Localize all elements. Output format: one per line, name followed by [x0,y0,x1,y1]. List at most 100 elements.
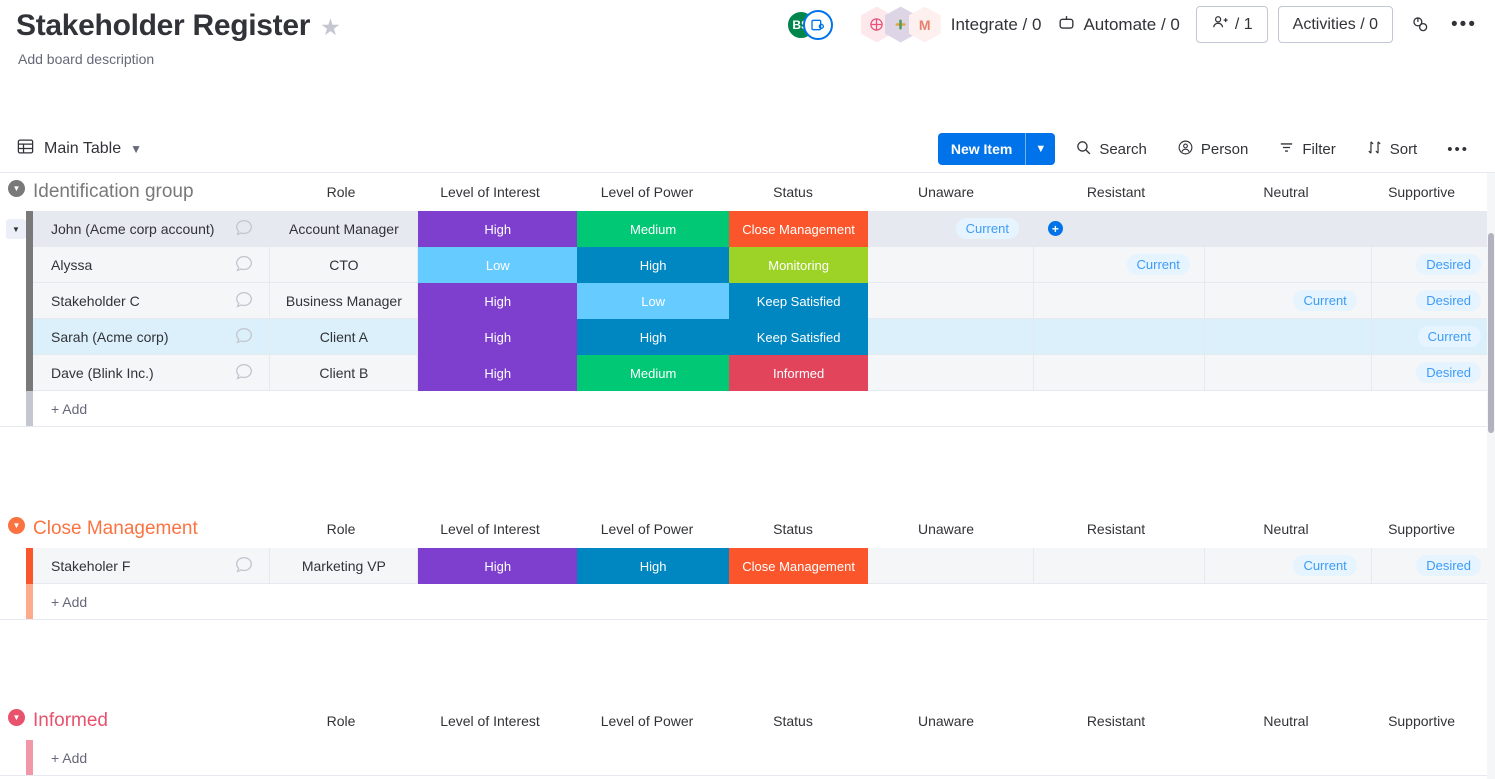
cell-item-name[interactable]: Alyssa [33,247,271,283]
board-subscribers-icon[interactable] [802,9,833,40]
row-expand-icon[interactable]: ▼ [6,219,26,239]
column-header-supportive[interactable]: Supportive [1265,510,1465,548]
cell-item-name[interactable]: Sarah (Acme corp) [33,319,271,355]
cell-level-of-interest[interactable]: Low [418,247,578,283]
board-permissions-icon[interactable] [1403,8,1437,42]
activities-button[interactable]: Activities / 0 [1277,6,1393,43]
cell-level-of-interest[interactable]: High [418,283,578,319]
search-button[interactable]: Search [1065,133,1157,166]
tab-main-table[interactable]: Main Table ▼ [16,137,142,161]
cell-unaware[interactable] [868,355,1035,391]
cell-level-of-power[interactable]: High [577,548,730,584]
sort-button[interactable]: Sort [1356,133,1428,166]
cell-role[interactable]: Account Manager [270,211,419,247]
chat-bubble-icon[interactable] [233,360,255,385]
cell-status[interactable]: Keep Satisfied [729,319,869,355]
table-row[interactable]: Alyssa CTO Low High Monitoring Current Desired [0,247,1495,283]
cell-role[interactable]: CTO [270,247,419,283]
chat-bubble-icon[interactable] [233,324,255,349]
cell-unaware[interactable] [868,319,1035,355]
cell-level-of-power[interactable]: High [577,247,730,283]
cell-resistant[interactable] [1034,319,1205,355]
add-item-row[interactable]: + Add [0,740,1495,776]
cell-level-of-interest[interactable]: High [418,211,578,247]
cell-status[interactable]: Monitoring [729,247,869,283]
add-item-label[interactable]: + Add [33,584,1495,619]
integrate-label[interactable]: Integrate / 0 [951,15,1042,35]
cell-neutral[interactable] [1204,319,1372,355]
group-title[interactable]: Informed [33,702,108,740]
vertical-scrollbar-thumb[interactable] [1488,233,1494,433]
cell-resistant[interactable] [1034,283,1205,319]
cell-supportive[interactable]: Desired [1371,548,1495,584]
column-header-supportive[interactable]: Supportive [1265,702,1465,740]
chevron-down-icon[interactable]: ▼ [130,142,142,156]
cell-role[interactable]: Client A [270,319,419,355]
cell-resistant[interactable]: + [1033,211,1205,247]
board-more-menu-button[interactable]: ••• [1447,8,1481,42]
table-row[interactable]: Stakeholer F Marketing VP High High Close Ma… [0,548,1495,584]
cell-status[interactable]: Close Management [729,211,869,247]
chat-bubble-icon[interactable] [233,216,255,241]
cell-status[interactable]: Informed [729,355,869,391]
cell-supportive[interactable]: Desired [1371,283,1495,319]
new-item-dropdown-icon[interactable]: ▼ [1025,133,1055,165]
gmail-integration-icon[interactable]: M [908,6,941,43]
add-item-row[interactable]: + Add [0,584,1495,620]
cell-level-of-interest[interactable]: High [418,548,578,584]
group-title[interactable]: Close Management [33,510,198,548]
cell-unaware[interactable]: Current [868,211,1034,247]
avatar-group[interactable]: BS [785,9,833,40]
cell-level-of-power[interactable]: Medium [577,355,730,391]
group-title[interactable]: Identification group [33,173,194,211]
group-collapse-toggle-icon[interactable]: ▼ [8,709,25,726]
cell-status[interactable]: Close Management [729,548,869,584]
cell-resistant[interactable]: Current [1034,247,1205,283]
cell-supportive[interactable]: Current [1371,319,1495,355]
cell-supportive[interactable]: Desired [1371,247,1495,283]
cell-neutral[interactable]: Current [1204,548,1372,584]
cell-neutral[interactable]: Current [1204,283,1372,319]
cell-neutral[interactable] [1204,355,1372,391]
cell-resistant[interactable] [1034,548,1205,584]
cell-unaware[interactable] [868,283,1035,319]
chat-bubble-icon[interactable] [233,553,255,578]
cell-level-of-power[interactable]: Low [577,283,730,319]
table-row[interactable]: ▼ John (Acme corp account) Account Manager… [0,211,1495,247]
cell-level-of-interest[interactable]: High [418,355,578,391]
cell-level-of-interest[interactable]: High [418,319,578,355]
vertical-scrollbar[interactable] [1487,173,1495,779]
cell-role[interactable]: Client B [270,355,419,391]
cell-unaware[interactable] [868,548,1035,584]
chat-bubble-icon[interactable] [233,252,255,277]
cell-neutral[interactable] [1204,211,1372,247]
cell-status[interactable]: Keep Satisfied [729,283,869,319]
cell-item-name[interactable]: Stakeholder C [33,283,271,319]
cell-supportive[interactable]: Desired [1371,355,1495,391]
group-collapse-toggle-icon[interactable]: ▼ [8,517,25,534]
cell-resistant[interactable] [1034,355,1205,391]
add-item-row[interactable]: + Add [0,391,1495,427]
table-row[interactable]: Stakeholder C Business Manager High Low Keep… [0,283,1495,319]
board-description[interactable]: Add board description [18,51,1479,67]
table-row[interactable]: Sarah (Acme corp) Client A High High Keep Sa… [0,319,1495,355]
new-item-button[interactable]: New Item ▼ [937,133,1056,165]
toolbar-more-menu-button[interactable]: ••• [1437,136,1479,163]
filter-button[interactable]: Filter [1268,133,1345,166]
cell-role[interactable]: Business Manager [270,283,419,319]
person-filter-button[interactable]: Person [1167,133,1259,166]
chat-bubble-icon[interactable] [233,288,255,313]
add-item-label[interactable]: + Add [33,391,1495,426]
cell-level-of-power[interactable]: Medium [577,211,730,247]
cell-level-of-power[interactable]: High [577,319,730,355]
cell-item-name[interactable]: Stakeholer F [33,548,271,584]
cell-item-name[interactable]: John (Acme corp account) [33,211,271,247]
group-collapse-toggle-icon[interactable]: ▼ [8,180,25,197]
cell-unaware[interactable] [868,247,1035,283]
table-row[interactable]: Dave (Blink Inc.) Client B High Medium Infor… [0,355,1495,391]
add-plus-icon[interactable]: + [1047,221,1063,236]
cell-supportive[interactable] [1371,211,1495,247]
cell-role[interactable]: Marketing VP [270,548,419,584]
add-item-label[interactable]: + Add [33,740,1495,775]
cell-item-name[interactable]: Dave (Blink Inc.) [33,355,271,391]
